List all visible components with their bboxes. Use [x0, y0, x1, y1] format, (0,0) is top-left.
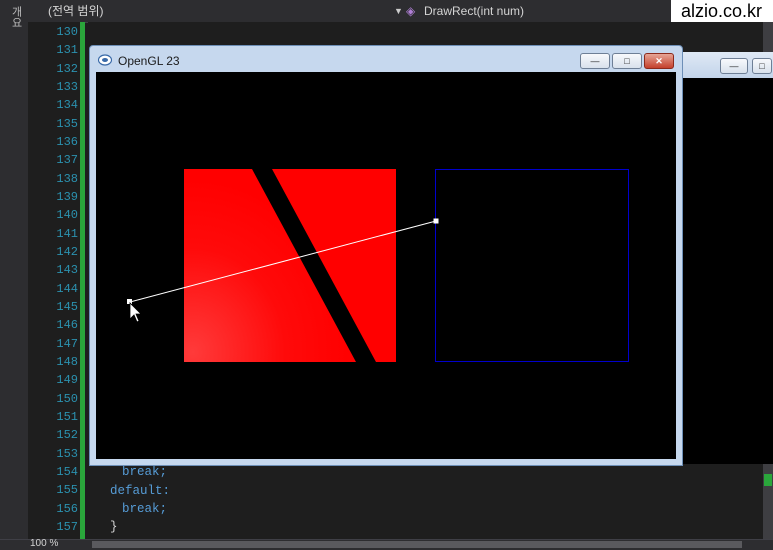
scrollbar-change-marker: [764, 474, 772, 486]
minimize-button[interactable]: —: [580, 53, 610, 69]
window-title: OpenGL 23: [118, 54, 180, 68]
scope-dropdown-value: (전역 범위): [48, 4, 104, 18]
code-break-2: break;: [122, 502, 168, 516]
line-numbers: 130 131 132 133 134 135 136 137 138 139 140 141 142 1…: [28, 22, 84, 539]
line-number: 134: [56, 98, 78, 113]
line-number: 150: [56, 391, 78, 406]
line-number: 148: [56, 354, 78, 369]
code-closing-brace: }: [110, 520, 118, 534]
line-number: 156: [56, 501, 78, 516]
line-number: 157: [56, 519, 78, 534]
method-icon: ◈: [406, 4, 416, 18]
opengl-canvas[interactable]: [96, 72, 676, 459]
member-dropdown-value: DrawRect(int num): [424, 4, 525, 18]
dropdown-arrow-icon: ▼: [394, 6, 403, 16]
line-number: 136: [56, 134, 78, 149]
line-number: 131: [56, 43, 78, 58]
line-number: 139: [56, 189, 78, 204]
outline-tab-label[interactable]: 개요: [4, 6, 24, 28]
line-number: 133: [56, 79, 78, 94]
scope-dropdown[interactable]: (전역 범위) ▼: [42, 2, 404, 20]
line-number: 151: [56, 409, 78, 424]
app-icon: [98, 54, 112, 66]
horizontal-scrollbar[interactable]: [92, 541, 742, 548]
member-dropdown[interactable]: ◈ DrawRect(int num): [404, 2, 670, 20]
bg-maximize-button[interactable]: □: [752, 58, 772, 74]
solution-outline-rail: 개요: [0, 0, 29, 549]
line-number: 147: [56, 336, 78, 351]
background-opengl-window[interactable]: [676, 52, 773, 464]
line-number: 154: [56, 464, 78, 479]
maximize-button[interactable]: □: [612, 53, 642, 69]
line-number: 155: [56, 483, 78, 498]
line-end-handle[interactable]: [433, 218, 439, 224]
line-number: 152: [56, 428, 78, 443]
line-number: 132: [56, 61, 78, 76]
line-number: 135: [56, 116, 78, 131]
watermark: alzio.co.kr: [671, 0, 773, 23]
close-button[interactable]: ✕: [644, 53, 674, 69]
line-number: 130: [56, 25, 78, 39]
line-number: 153: [56, 446, 78, 461]
canvas-drawing: [127, 169, 629, 362]
zoom-level[interactable]: 100 %: [30, 539, 58, 549]
code-default: default:: [110, 484, 171, 498]
code-break-1: break;: [122, 465, 168, 479]
line-number: 146: [56, 318, 78, 333]
line-start-handle[interactable]: [127, 299, 132, 304]
line-number: 143: [56, 263, 78, 278]
background-window-titlebar[interactable]: — □: [676, 52, 773, 78]
line-number: 149: [56, 373, 78, 388]
line-number: 141: [56, 226, 78, 241]
line-number: 145: [56, 299, 78, 314]
bg-minimize-button[interactable]: —: [720, 58, 748, 74]
line-number: 138: [56, 171, 78, 186]
line-number: 142: [56, 244, 78, 259]
line-number: 144: [56, 281, 78, 296]
line-number: 137: [56, 153, 78, 168]
mouse-cursor-icon: [129, 302, 142, 323]
line-number: 140: [56, 208, 78, 223]
blue-outline-rect: [435, 169, 629, 362]
